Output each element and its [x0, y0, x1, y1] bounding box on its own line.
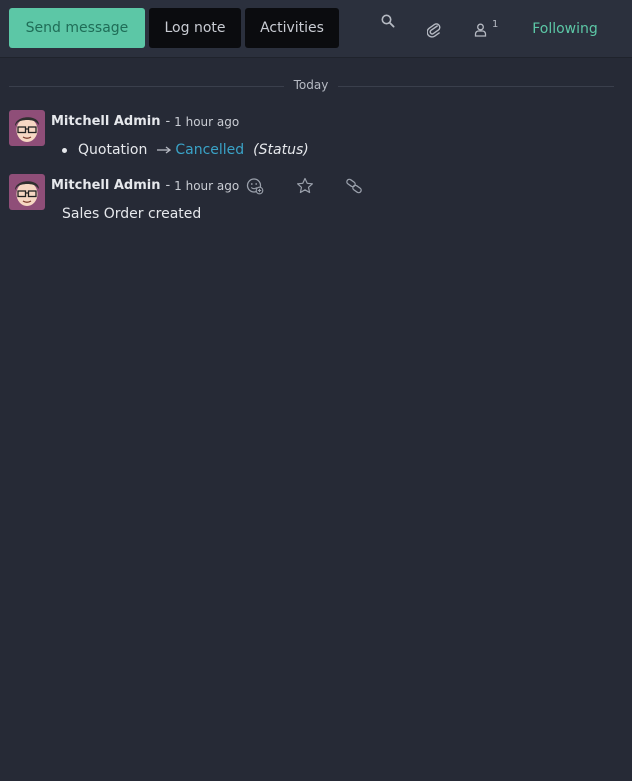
avatar[interactable]	[9, 174, 45, 210]
send-message-button[interactable]: Send message	[9, 8, 145, 48]
activities-button[interactable]: Activities	[245, 8, 339, 48]
bullet-icon	[62, 147, 67, 153]
message-header: Mitchell Admin - 1 hour ago	[51, 178, 239, 193]
search-icon[interactable]	[378, 11, 398, 31]
tracking-old-value: Quotation	[78, 142, 148, 158]
followers-count: 1	[492, 18, 499, 30]
tracking-field-name: (Status)	[253, 142, 309, 158]
user-icon	[474, 23, 487, 37]
separator-line-left	[9, 86, 284, 87]
header-dash: -	[165, 178, 171, 193]
paperclip-icon[interactable]	[424, 19, 444, 41]
header-dash: -	[165, 114, 171, 129]
message-header: Mitchell Admin - 1 hour ago	[51, 114, 239, 129]
log-note-button[interactable]: Log note	[149, 8, 241, 48]
add-reaction-icon[interactable]	[244, 176, 266, 196]
message-body: Sales Order created	[62, 206, 202, 222]
separator-line-right	[338, 86, 614, 87]
message-time: 1 hour ago	[174, 178, 240, 193]
message-time: 1 hour ago	[174, 114, 240, 129]
right-arrow-icon	[157, 142, 172, 158]
author-name[interactable]: Mitchell Admin	[51, 114, 160, 129]
star-icon[interactable]	[294, 176, 316, 196]
author-name[interactable]: Mitchell Admin	[51, 178, 160, 193]
tracking-new-value: Cancelled	[175, 142, 245, 158]
tracking-value: Quotation Cancelled (Status)	[62, 142, 309, 158]
chatter-topbar: Send message Log note Activities 1 Follo…	[0, 0, 632, 58]
followers-button[interactable]: 1	[474, 19, 504, 41]
avatar[interactable]	[9, 110, 45, 146]
date-separator: Today	[9, 76, 614, 96]
link-icon[interactable]	[343, 176, 365, 196]
date-separator-label: Today	[293, 78, 329, 92]
following-button[interactable]: Following	[520, 17, 610, 41]
